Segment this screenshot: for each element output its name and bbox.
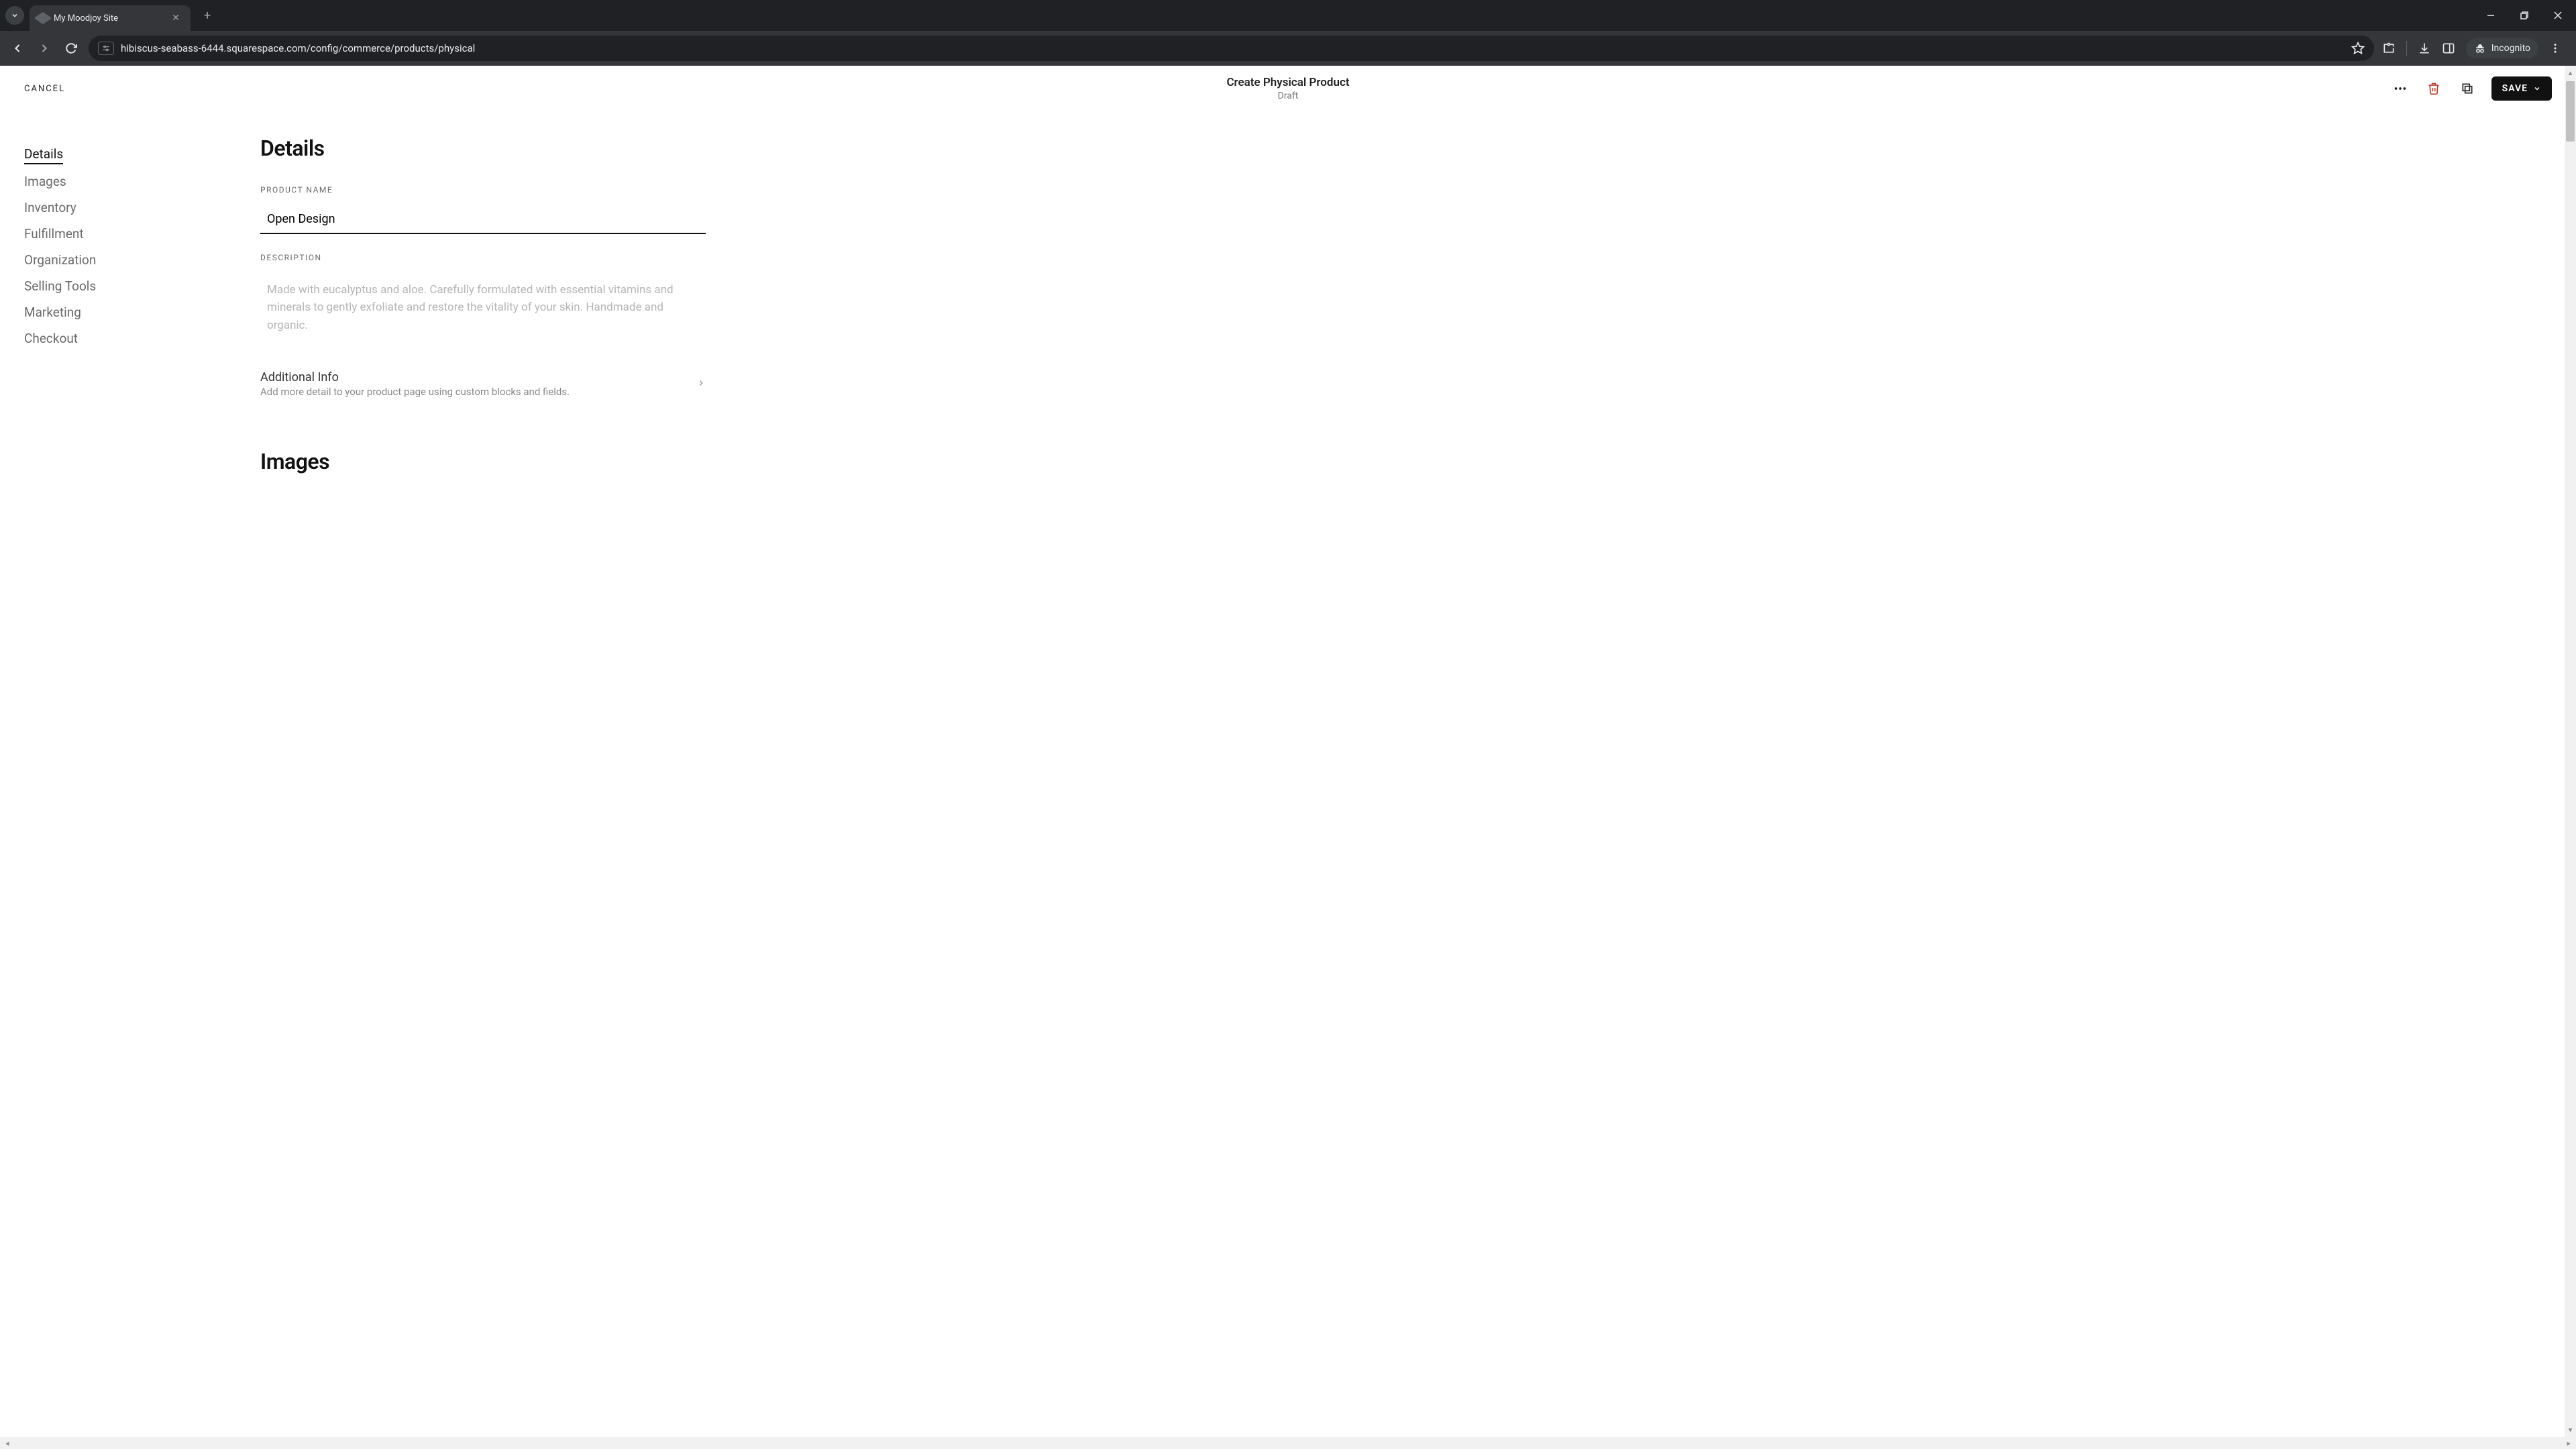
tab-title: My Moodjoy Site <box>54 13 164 23</box>
favicon-icon <box>34 12 52 25</box>
chevron-down-icon <box>2533 85 2541 93</box>
save-button-label: SAVE <box>2502 83 2528 94</box>
delete-button[interactable] <box>2424 79 2443 98</box>
sidebar: Details Images Inventory Fulfillment Org… <box>0 111 228 1437</box>
toolbar-divider <box>2406 41 2407 56</box>
chevron-right-icon <box>696 378 706 390</box>
page-header: Create Physical Product Draft <box>1226 76 1349 101</box>
close-window-button[interactable] <box>2542 3 2573 28</box>
scroll-left-arrow[interactable]: ◂ <box>3 1439 12 1448</box>
downloads-icon[interactable] <box>2418 42 2431 55</box>
url-text: hibiscus-seabass-6444.squarespace.com/co… <box>121 42 2345 54</box>
description-textarea[interactable]: Made with eucalyptus and aloe. Carefully… <box>260 274 706 347</box>
scroll-up-arrow[interactable]: ▴ <box>2569 66 2573 80</box>
images-heading: Images <box>260 449 706 474</box>
sidepanel-icon[interactable] <box>2442 42 2455 55</box>
vertical-scroll-thumb[interactable] <box>2566 81 2575 142</box>
product-name-input[interactable] <box>260 207 706 234</box>
additional-info-title: Additional Info <box>260 370 570 384</box>
duplicate-button[interactable] <box>2458 79 2477 98</box>
tab-search-dropdown[interactable] <box>5 6 24 25</box>
sidebar-item-selling-tools[interactable]: Selling Tools <box>24 273 204 299</box>
top-actions: SAVE <box>2391 76 2552 101</box>
page-title: Create Physical Product <box>1226 76 1349 89</box>
sidebar-item-inventory[interactable]: Inventory <box>24 195 204 221</box>
scroll-right-arrow[interactable]: ▸ <box>2564 1439 2573 1448</box>
scroll-down-arrow[interactable]: ▾ <box>2569 1423 2573 1437</box>
sidebar-item-fulfillment[interactable]: Fulfillment <box>24 221 204 247</box>
product-name-label: PRODUCT NAME <box>260 185 706 195</box>
app-body: Details Images Inventory Fulfillment Org… <box>0 111 2576 1437</box>
maximize-button[interactable] <box>2509 3 2540 28</box>
additional-info-subtitle: Add more detail to your product page usi… <box>260 386 570 398</box>
more-options-button[interactable] <box>2391 79 2410 98</box>
incognito-icon <box>2474 42 2486 54</box>
window-controls <box>2475 3 2576 28</box>
horizontal-scrollbar[interactable]: ◂ ▸ <box>0 1437 2576 1449</box>
sidebar-item-checkout[interactable]: Checkout <box>24 325 204 352</box>
sidebar-item-images[interactable]: Images <box>24 168 204 195</box>
main-content: Details PRODUCT NAME DESCRIPTION Made wi… <box>228 111 738 1437</box>
incognito-label: Incognito <box>2491 43 2530 54</box>
sidebar-item-marketing[interactable]: Marketing <box>24 299 204 325</box>
additional-info-row[interactable]: Additional Info Add more detail to your … <box>260 365 706 409</box>
browser-chrome: My Moodjoy Site ✕ + hibiscus-seabass-644… <box>0 0 2576 66</box>
vertical-scrollbar[interactable]: ▴ ▾ <box>2565 66 2576 1437</box>
address-row: hibiscus-seabass-6444.squarespace.com/co… <box>0 31 2576 66</box>
reload-button[interactable] <box>62 39 80 58</box>
description-label: DESCRIPTION <box>260 253 706 262</box>
app-topbar: CANCEL Create Physical Product Draft SAV… <box>0 66 2576 111</box>
browser-tab[interactable]: My Moodjoy Site ✕ <box>30 5 191 31</box>
details-heading: Details <box>260 136 706 161</box>
minimize-button[interactable] <box>2475 3 2506 28</box>
chevron-down-icon <box>11 11 19 19</box>
sidebar-item-organization[interactable]: Organization <box>24 247 204 273</box>
bookmark-star-icon[interactable] <box>2351 42 2365 55</box>
page-subtitle: Draft <box>1226 91 1349 101</box>
toolbar-actions: Incognito <box>2382 38 2568 58</box>
close-tab-icon[interactable]: ✕ <box>169 11 182 25</box>
forward-button[interactable] <box>35 39 54 58</box>
tab-bar: My Moodjoy Site ✕ + <box>0 0 2576 31</box>
sidebar-item-details[interactable]: Details <box>24 141 63 164</box>
chrome-menu-icon[interactable] <box>2549 42 2561 54</box>
incognito-indicator[interactable]: Incognito <box>2466 38 2538 58</box>
extensions-icon[interactable] <box>2382 42 2396 55</box>
save-button[interactable]: SAVE <box>2491 76 2552 101</box>
address-bar[interactable]: hibiscus-seabass-6444.squarespace.com/co… <box>89 36 2374 61</box>
app-content: CANCEL Create Physical Product Draft SAV… <box>0 66 2576 1437</box>
back-button[interactable] <box>8 39 27 58</box>
new-tab-button[interactable]: + <box>199 6 216 25</box>
site-info-icon[interactable] <box>98 42 114 55</box>
cancel-button[interactable]: CANCEL <box>24 84 65 94</box>
